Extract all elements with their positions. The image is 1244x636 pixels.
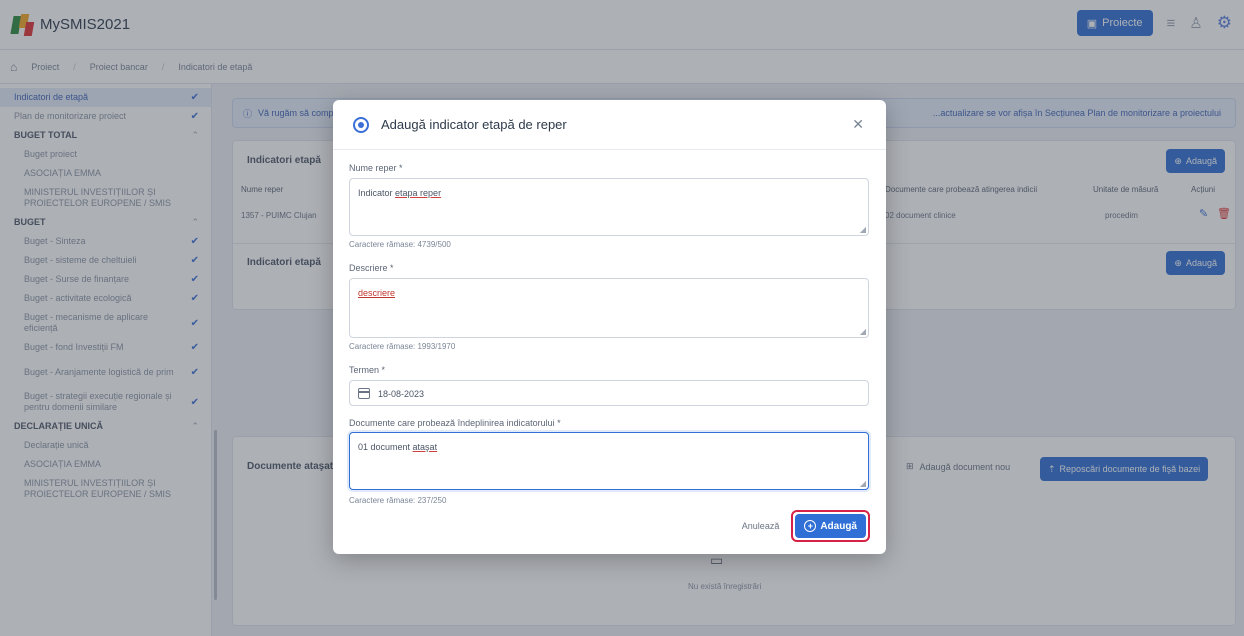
- documents-char-counter: Caractere rămase: 237/250: [349, 496, 447, 505]
- deadline-date-field[interactable]: 18-08-2023: [349, 380, 869, 406]
- modal-footer: Anulează + Adaugă: [742, 510, 870, 542]
- modal-title: Adaugă indicator etapă de reper: [381, 117, 567, 132]
- resize-handle-icon[interactable]: ◢: [860, 479, 866, 488]
- resize-handle-icon[interactable]: ◢: [860, 327, 866, 336]
- plus-icon: +: [804, 520, 817, 532]
- documents-field[interactable]: 01 document ataşat ◢: [349, 432, 869, 490]
- submit-highlight: + Adaugă: [791, 510, 870, 542]
- name-field[interactable]: Indicator etapa reper ◢: [349, 178, 869, 236]
- calendar-icon[interactable]: [358, 388, 370, 399]
- modal-header: Adaugă indicator etapă de reper ✕: [333, 100, 886, 150]
- target-icon: [353, 116, 369, 133]
- description-field[interactable]: descriere ◢: [349, 278, 869, 338]
- submit-add-button[interactable]: + Adaugă: [795, 514, 866, 538]
- description-label: Descriere *: [349, 263, 394, 273]
- deadline-label: Termen *: [349, 365, 386, 375]
- name-char-counter: Caractere rămase: 4739/500: [349, 240, 451, 249]
- add-indicator-modal: Adaugă indicator etapă de reper ✕ Nume r…: [333, 100, 886, 554]
- close-icon[interactable]: ✕: [852, 116, 864, 133]
- documents-label: Documente care probează îndeplinirea ind…: [349, 418, 561, 428]
- description-char-counter: Caractere rămase: 1993/1970: [349, 342, 456, 351]
- cancel-button[interactable]: Anulează: [742, 521, 780, 531]
- resize-handle-icon[interactable]: ◢: [860, 225, 866, 234]
- name-label: Nume reper *: [349, 163, 403, 173]
